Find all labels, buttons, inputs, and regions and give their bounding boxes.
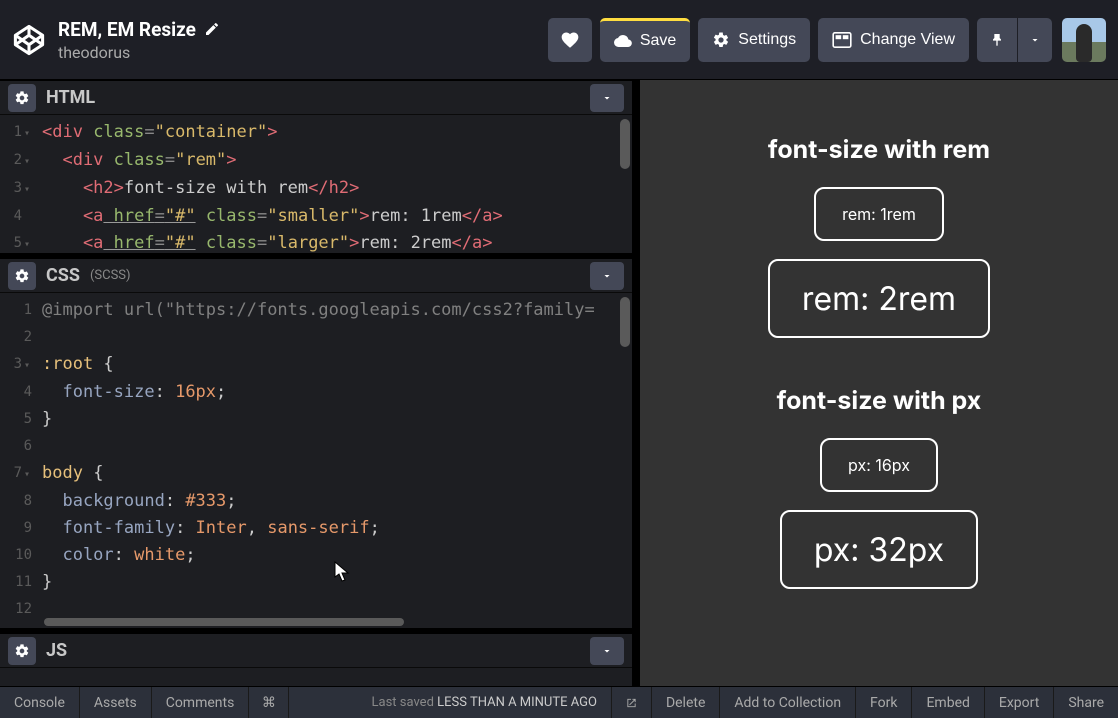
save-button[interactable]: Save [600, 18, 690, 62]
like-button[interactable] [548, 18, 592, 62]
last-saved-label: Last saved LESS THAN A MINUTE AGO [372, 695, 611, 710]
css-pane-header: CSS (SCSS) [0, 259, 632, 293]
share-button[interactable]: Share [1053, 687, 1118, 718]
export-button[interactable]: Export [984, 687, 1053, 718]
css-settings-button[interactable] [8, 262, 36, 290]
pin-menu-button[interactable] [1018, 18, 1052, 62]
preview-box-px-32[interactable]: px: 32px [780, 510, 978, 589]
console-button[interactable]: Console [0, 687, 80, 718]
footer-bar: Console Assets Comments ⌘ Last saved LES… [0, 686, 1118, 718]
html-pane-title: HTML [46, 87, 95, 108]
add-to-collection-button[interactable]: Add to Collection [719, 687, 855, 718]
css-pane-title: CSS [46, 265, 80, 286]
save-label: Save [640, 32, 676, 50]
external-link-icon [626, 696, 637, 710]
open-external-button[interactable] [611, 687, 651, 718]
pen-title[interactable]: REM, EM Resize [58, 18, 220, 41]
editors-column: HTML 1▾<div class="container"> 2▾ <div c… [0, 80, 640, 686]
codepen-logo[interactable] [12, 23, 46, 57]
preview-box-px-16[interactable]: px: 16px [820, 438, 938, 492]
gear-icon [14, 643, 30, 659]
pen-author[interactable]: theodorus [58, 43, 220, 62]
fork-button[interactable]: Fork [855, 687, 911, 718]
preview-pane: font-size with rem rem: 1rem rem: 2rem f… [640, 80, 1118, 686]
pin-icon [989, 32, 1005, 48]
chevron-down-icon [601, 645, 613, 657]
js-pane: JS [0, 628, 632, 668]
gear-icon [712, 31, 730, 49]
chevron-down-icon [601, 270, 613, 282]
shortcuts-button[interactable]: ⌘ [249, 687, 289, 718]
gear-icon [14, 268, 30, 284]
codepen-icon [12, 23, 46, 57]
settings-label: Settings [738, 31, 796, 49]
js-pane-title: JS [46, 640, 67, 661]
avatar[interactable] [1062, 18, 1106, 62]
assets-button[interactable]: Assets [80, 687, 152, 718]
embed-button[interactable]: Embed [911, 687, 983, 718]
pin-button[interactable] [977, 18, 1017, 62]
chevron-down-icon [601, 92, 613, 104]
comments-button[interactable]: Comments [152, 687, 250, 718]
preview-heading-rem: font-size with rem [768, 135, 990, 165]
css-pane-subtitle: (SCSS) [90, 268, 131, 283]
html-pane: HTML 1▾<div class="container"> 2▾ <div c… [0, 80, 632, 253]
css-pane: CSS (SCSS) 1@import url("https://fonts.g… [0, 253, 632, 628]
settings-button[interactable]: Settings [698, 18, 810, 62]
css-pane-menu[interactable] [590, 262, 624, 290]
preview-heading-px: font-size with px [777, 386, 982, 416]
delete-button[interactable]: Delete [651, 687, 719, 718]
js-pane-header: JS [0, 634, 632, 668]
edit-icon[interactable] [204, 21, 220, 37]
html-settings-button[interactable] [8, 84, 36, 112]
chevron-down-icon [1029, 34, 1041, 46]
gear-icon [14, 90, 30, 106]
cloud-icon [614, 32, 632, 50]
header-bar: REM, EM Resize theodorus Save Settings C… [0, 0, 1118, 80]
html-pane-menu[interactable] [590, 84, 624, 112]
css-editor[interactable]: 1@import url("https://fonts.googleapis.c… [0, 293, 632, 628]
js-settings-button[interactable] [8, 637, 36, 665]
heart-icon [560, 30, 580, 50]
scrollbar-vertical[interactable] [620, 297, 630, 347]
main-area: HTML 1▾<div class="container"> 2▾ <div c… [0, 80, 1118, 686]
js-pane-menu[interactable] [590, 637, 624, 665]
pen-title-text: REM, EM Resize [58, 18, 196, 41]
scrollbar-vertical[interactable] [620, 119, 630, 169]
preview-box-rem-2[interactable]: rem: 2rem [768, 259, 990, 338]
scrollbar-horizontal[interactable] [44, 618, 404, 626]
html-editor[interactable]: 1▾<div class="container"> 2▾ <div class=… [0, 115, 632, 253]
change-view-button[interactable]: Change View [818, 18, 969, 62]
html-pane-header: HTML [0, 81, 632, 115]
preview-box-rem-1[interactable]: rem: 1rem [814, 187, 944, 241]
change-view-label: Change View [860, 31, 955, 49]
layout-icon [832, 32, 852, 48]
